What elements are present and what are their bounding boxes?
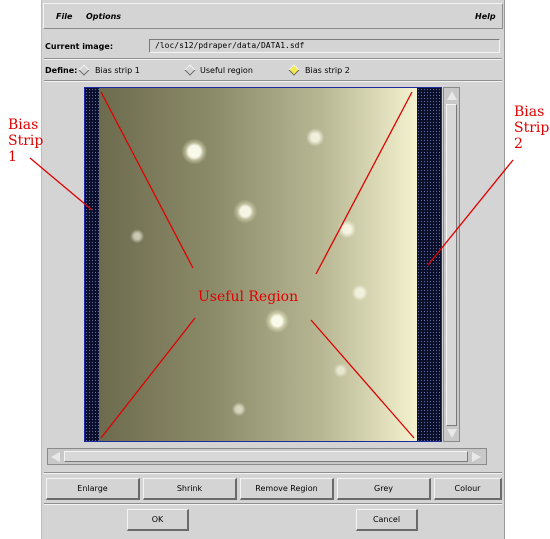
annotation-text: Strip <box>8 133 44 149</box>
annotation-text: 1 <box>8 149 17 165</box>
annotation-text: Bias <box>8 117 39 133</box>
annotation-text: Strip <box>514 120 550 136</box>
annotation-line <box>100 91 194 269</box>
annotation-text: Bias <box>514 104 545 120</box>
annotation-useful-region: Useful Region <box>198 289 299 305</box>
annotation-line <box>427 159 514 266</box>
annotation-bias-strip-2: Bias Strip 2 <box>514 104 549 152</box>
annotation-line <box>310 319 415 439</box>
annotation-line <box>100 317 196 439</box>
annotation-bias-strip-1: Bias Strip 1 <box>8 117 43 165</box>
annotation-text: 2 <box>514 136 523 152</box>
annotation-line <box>315 91 413 275</box>
annotation-lines <box>29 91 514 439</box>
annotation-line <box>29 157 93 211</box>
